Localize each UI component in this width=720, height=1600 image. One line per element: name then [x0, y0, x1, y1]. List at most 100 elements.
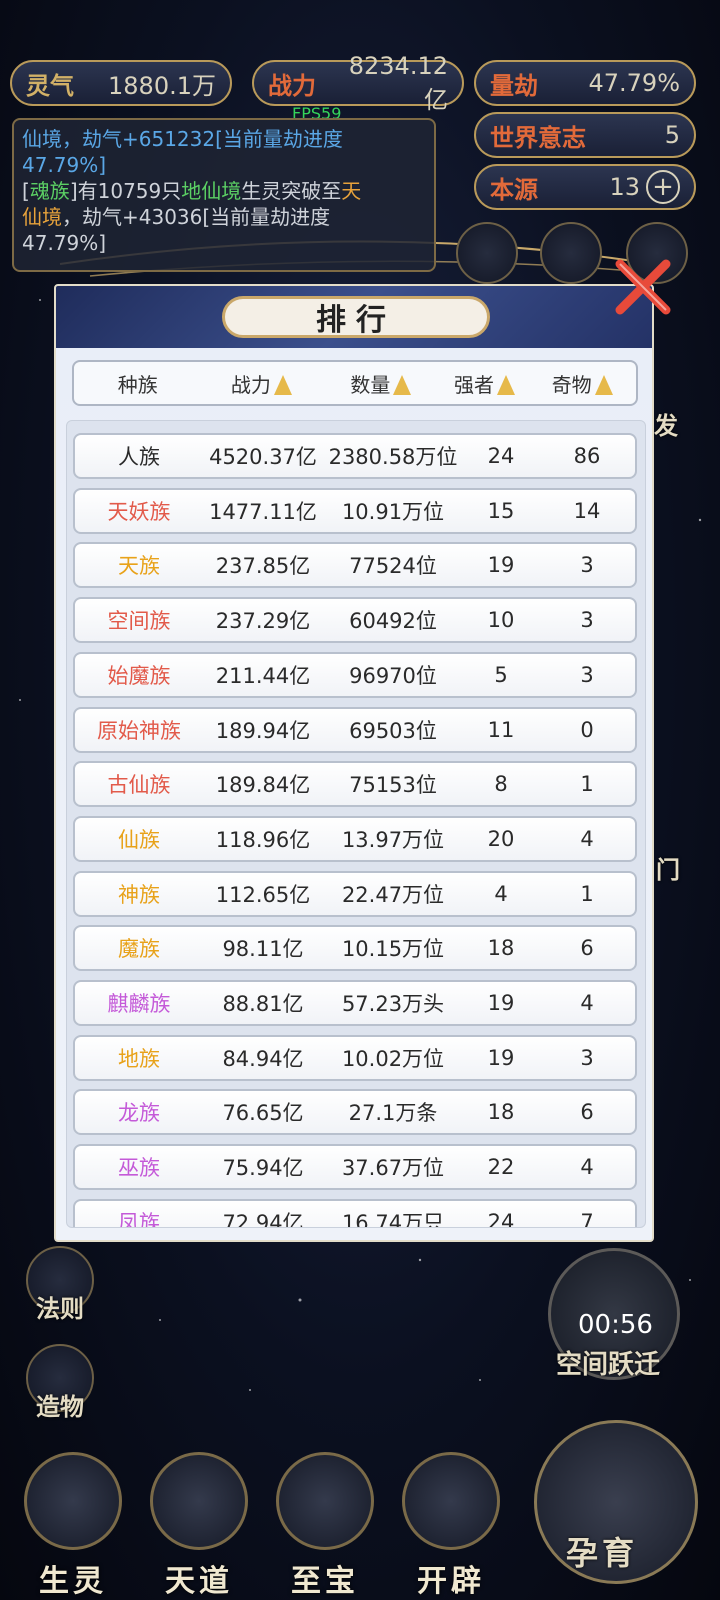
sort-arrow-icon[interactable]	[273, 374, 292, 395]
race-name-cell: 空间族	[107, 609, 171, 634]
strong-cell: 5	[494, 662, 508, 687]
col-items[interactable]: 奇物	[528, 369, 636, 398]
swirl-emblem-icon	[150, 1452, 248, 1550]
col-count-label: 数量	[350, 372, 391, 397]
power-cell: 189.94亿	[215, 718, 311, 743]
power-cell: 118.96亿	[215, 827, 311, 852]
race-name-cell: 仙族	[118, 827, 160, 852]
treasure-emblem-icon	[276, 1452, 374, 1550]
count-cell: 57.23万头	[341, 992, 445, 1016]
nav-shengling[interactable]: 生灵	[14, 1450, 132, 1600]
count-cell: 2380.58万位	[328, 445, 458, 469]
race-name-cell: 古仙族	[107, 773, 171, 798]
col-strong-label: 强者	[454, 372, 495, 397]
race-name-cell: 神族	[118, 882, 160, 907]
col-strong[interactable]: 强者	[441, 369, 529, 398]
count-cell: 37.67万位	[341, 1156, 445, 1181]
table-row[interactable]: 人族 4520.37亿 2380.58万位 24 86	[73, 433, 637, 479]
lingqi-value: 1880.1万	[108, 71, 216, 100]
liangjie-value: 47.79%	[588, 69, 680, 97]
table-row[interactable]: 天族 237.85亿 77524位 19 3	[73, 542, 637, 589]
power-cell: 211.44亿	[215, 663, 311, 688]
table-row[interactable]: 原始神族 189.94亿 69503位 11 0	[73, 706, 637, 753]
strong-cell: 19	[487, 1045, 515, 1070]
table-row[interactable]: 神族 112.65亿 22.47万位 4 1	[73, 870, 637, 917]
sort-arrow-icon[interactable]	[594, 374, 613, 395]
table-row[interactable]: 始魔族 211.44亿 96970位 5 3	[73, 651, 637, 698]
strong-cell: 20	[487, 826, 515, 851]
items-cell: 3	[580, 553, 594, 578]
log-realm-target: 天	[341, 179, 362, 203]
strong-cell: 19	[487, 553, 515, 578]
col-power[interactable]: 战力	[202, 369, 322, 398]
log-line-2: 47.79%]	[22, 153, 107, 177]
table-row[interactable]: 古仙族 189.84亿 75153位 8 1	[73, 761, 637, 808]
col-count[interactable]: 数量	[321, 369, 441, 398]
panel-header: 排行	[56, 286, 652, 348]
items-cell: 3	[580, 1045, 594, 1070]
log-text: [	[22, 179, 30, 203]
table-row[interactable]: 凤族 72.94亿 16.74万只 24 7	[73, 1198, 637, 1227]
zaowu-button[interactable]: 造物	[26, 1344, 94, 1421]
strong-cell: 11	[487, 717, 515, 742]
power-cell: 88.81亿	[222, 992, 304, 1016]
count-cell: 27.1万条	[348, 1101, 438, 1126]
table-row[interactable]: 巫族 75.94亿 37.67万位 22 4	[73, 1144, 637, 1191]
race-name-cell: 麒麟族	[107, 992, 171, 1016]
nav-kaipi[interactable]: 开辟	[392, 1450, 510, 1600]
count-cell: 22.47万位	[341, 882, 445, 907]
table-row[interactable]: 麒麟族 88.81亿 57.23万头 19 4	[73, 980, 637, 1026]
nav-zhibao[interactable]: 至宝	[266, 1450, 384, 1600]
strong-cell: 24	[487, 444, 515, 468]
table-row[interactable]: 空间族 237.29亿 60492位 10 3	[73, 597, 637, 644]
sort-arrow-icon[interactable]	[393, 374, 412, 395]
zhanli-label: 战力	[268, 71, 316, 100]
event-log: 仙境，劫气+651232[当前量劫进度 47.79%] [魂族]有10759只地…	[12, 118, 436, 272]
power-cell: 112.65亿	[215, 882, 311, 907]
side-fa-label[interactable]: 发	[654, 406, 678, 441]
vortex-icon[interactable]	[540, 222, 602, 284]
col-power-label: 战力	[230, 372, 271, 397]
ranking-list[interactable]: 人族 4520.37亿 2380.58万位 24 86 天妖族 1477.11亿 10.91万…	[66, 420, 646, 1228]
log-line-1: 仙境，劫气+651232[当前量劫进度	[22, 127, 343, 151]
col-race: 种族	[74, 369, 202, 398]
count-cell: 10.02万位	[341, 1046, 445, 1071]
scroll-icon[interactable]	[456, 222, 518, 284]
strong-cell: 22	[487, 1155, 515, 1180]
phoenix-emblem-icon	[24, 1452, 122, 1550]
items-cell: 3	[580, 608, 594, 633]
nav-yunyu-label: 孕育	[566, 1534, 639, 1572]
table-row[interactable]: 龙族 76.65亿 27.1万条 18 6	[73, 1089, 637, 1136]
sort-arrow-icon[interactable]	[497, 374, 516, 395]
ranking-panel: 排行 种族 战力 数量 强者 奇物 人族 4520.37亿 2380.58万位 24 8…	[54, 284, 654, 1242]
table-row[interactable]: 仙族 118.96亿 13.97万位 20 4	[73, 815, 637, 862]
fagui-button[interactable]: 法则	[26, 1246, 94, 1323]
race-name-cell: 龙族	[118, 1101, 160, 1126]
table-row[interactable]: 魔族 98.11亿 10.15万位 18 6	[73, 925, 637, 972]
lingqi-label: 灵气	[26, 71, 74, 100]
zaowu-label: 造物	[36, 1393, 84, 1421]
benyuan-stat[interactable]: 本源 13 +	[474, 164, 696, 210]
race-name-cell: 巫族	[118, 1156, 160, 1181]
flame-emblem-icon	[402, 1452, 500, 1550]
nav-shengling-label: 生灵	[39, 1564, 107, 1599]
table-row[interactable]: 地族 84.94亿 10.02万位 19 3	[73, 1034, 637, 1081]
log-realm: 地仙境	[181, 179, 242, 203]
shijie-value: 5	[664, 121, 680, 149]
nav-tiandao[interactable]: 天道	[140, 1450, 258, 1600]
panel-body: 种族 战力 数量 强者 奇物 人族 4520.37亿 2380.58万位 24 86 天妖…	[56, 348, 652, 1240]
side-men-label[interactable]: 门	[656, 850, 680, 885]
liangjie-stat[interactable]: 量劫 47.79%	[474, 60, 696, 106]
race-name-cell: 原始神族	[97, 718, 181, 743]
items-cell: 4	[580, 826, 594, 851]
race-name-cell: 天族	[118, 554, 160, 579]
panel-title: 排行	[222, 296, 490, 338]
plus-icon[interactable]: +	[646, 170, 680, 204]
shijie-stat[interactable]: 世界意志 5	[474, 112, 696, 158]
column-header-row: 种族 战力 数量 强者 奇物	[72, 360, 638, 406]
table-row[interactable]: 天妖族 1477.11亿 10.91万位 15 14	[73, 487, 637, 534]
count-cell: 96970位	[349, 663, 437, 688]
close-icon[interactable]	[612, 258, 674, 320]
log-text: 生灵突破至	[241, 179, 342, 203]
count-cell: 75153位	[349, 773, 437, 798]
